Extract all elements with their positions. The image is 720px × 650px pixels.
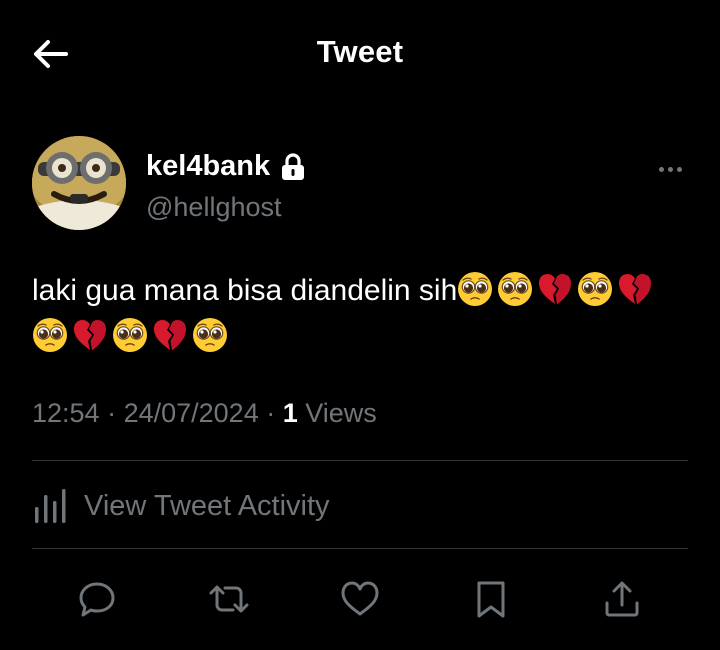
pleading-face-emoji bbox=[578, 272, 613, 306]
views-label: Views bbox=[297, 398, 377, 428]
retweet-icon bbox=[209, 585, 249, 613]
lock-icon bbox=[282, 152, 305, 180]
minion-avatar bbox=[32, 136, 126, 230]
share-button[interactable] bbox=[597, 574, 647, 624]
broken-heart-emoji bbox=[619, 274, 652, 305]
like-button[interactable] bbox=[335, 574, 385, 624]
tweet-date: 24/07/2024 bbox=[123, 398, 259, 428]
meta-separator: · bbox=[99, 398, 124, 428]
bookmark-icon bbox=[477, 581, 505, 618]
view-tweet-activity-button[interactable]: View Tweet Activity bbox=[32, 482, 330, 530]
tweet-meta: 12:54 · 24/07/2024 · 1 Views bbox=[32, 398, 377, 429]
pleading-face-emoji bbox=[113, 318, 147, 352]
header: Tweet bbox=[0, 0, 720, 108]
meta-separator: · bbox=[258, 398, 283, 428]
broken-heart-emoji bbox=[154, 320, 186, 351]
tweet-author: kel4bank @hellghost bbox=[32, 136, 692, 236]
share-icon bbox=[605, 581, 639, 617]
like-icon bbox=[341, 581, 379, 616]
tweet-time: 12:54 bbox=[32, 398, 100, 428]
more-dot bbox=[676, 166, 682, 172]
action-bar bbox=[0, 570, 720, 630]
tweet-text-content: laki gua mana bisa diandelin sih bbox=[32, 274, 458, 307]
retweet-button[interactable] bbox=[204, 574, 254, 624]
more-dot bbox=[667, 166, 673, 172]
broken-heart-emoji bbox=[539, 274, 572, 305]
name-row: kel4bank bbox=[146, 150, 306, 183]
views-count: 1 bbox=[282, 398, 298, 428]
reply-button[interactable] bbox=[72, 574, 122, 624]
user-handle[interactable]: @hellghost bbox=[146, 192, 282, 223]
view-tweet-activity-label: View Tweet Activity bbox=[84, 489, 330, 522]
tweet-text: laki gua mana bisa diandelin sih bbox=[32, 268, 692, 360]
divider bbox=[32, 548, 688, 549]
pleading-face-emoji bbox=[458, 272, 493, 306]
more-horizontal-icon bbox=[658, 166, 664, 172]
reply-icon bbox=[79, 582, 115, 617]
bar-chart-icon bbox=[35, 489, 66, 523]
bookmark-button[interactable] bbox=[466, 574, 516, 624]
divider bbox=[32, 460, 688, 461]
avatar[interactable] bbox=[32, 136, 126, 230]
more-options-button[interactable] bbox=[650, 154, 690, 184]
pleading-face-emoji bbox=[498, 272, 533, 306]
display-name[interactable]: kel4bank bbox=[146, 150, 270, 183]
pleading-face-emoji bbox=[33, 318, 67, 352]
page-title: Tweet bbox=[316, 34, 404, 69]
broken-heart-emoji bbox=[74, 320, 106, 351]
pleading-face-emoji bbox=[193, 318, 227, 352]
